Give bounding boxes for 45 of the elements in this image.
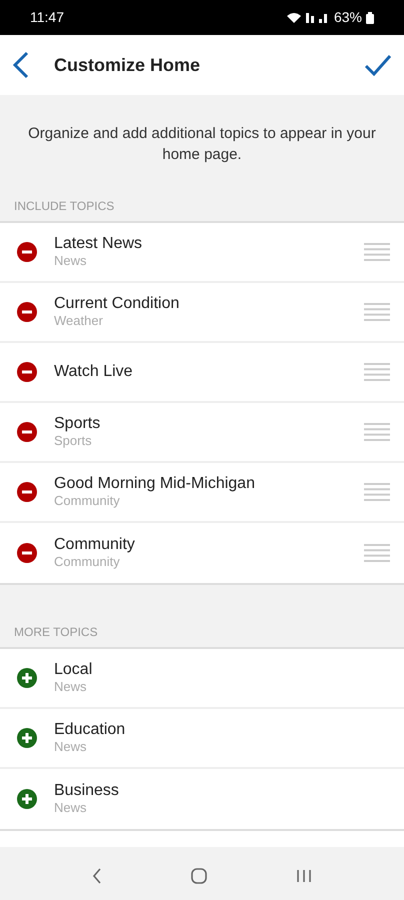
topic-name: Business <box>54 780 120 800</box>
signal-icon <box>286 10 330 24</box>
topic-category: News <box>54 739 88 756</box>
remove-icon[interactable] <box>16 301 38 323</box>
drag-handle-icon[interactable] <box>364 243 390 261</box>
checkmark-icon[interactable] <box>364 54 392 76</box>
home-nav-icon[interactable] <box>190 868 207 884</box>
add-icon[interactable] <box>16 667 38 689</box>
section-heading: INCLUDE TOPICS <box>13 198 116 215</box>
remove-icon[interactable] <box>16 542 38 564</box>
remove-icon[interactable] <box>16 361 38 383</box>
topic-name: Latest News <box>54 234 144 254</box>
recents-nav-icon[interactable] <box>296 869 312 883</box>
remove-icon[interactable] <box>16 481 38 503</box>
description-text: Organize and add additional topics to appear in your home page. <box>27 124 377 165</box>
add-icon[interactable] <box>16 788 38 810</box>
add-icon[interactable] <box>16 727 38 749</box>
drag-handle-icon[interactable] <box>364 423 390 441</box>
topic-category: Weather <box>54 313 104 330</box>
drag-handle-icon[interactable] <box>364 303 390 321</box>
section-heading: MORE TOPICS <box>13 624 99 641</box>
topic-category: News <box>54 253 88 270</box>
topic-name: Education <box>54 720 126 740</box>
remove-icon[interactable] <box>16 421 38 443</box>
topic-name: Good Morning Mid-Michigan <box>54 474 256 494</box>
drag-handle-icon[interactable] <box>364 544 390 562</box>
topic-name: Local <box>54 660 94 680</box>
status-time: 11:47 <box>30 8 64 27</box>
screen-title: Customize Home <box>54 54 202 76</box>
back-icon[interactable] <box>12 51 30 79</box>
topic-category: Sports <box>54 433 93 450</box>
topic-category: News <box>54 679 88 696</box>
topic-name: Current Condition <box>54 294 180 314</box>
topic-category: Community <box>54 554 121 572</box>
remove-icon[interactable] <box>16 241 38 263</box>
battery-percent: 63% <box>334 8 362 27</box>
topic-category: Community <box>54 493 121 510</box>
topic-name: Community <box>54 534 136 554</box>
topic-name: Watch Live <box>54 362 134 382</box>
drag-handle-icon[interactable] <box>364 483 390 501</box>
topic-name: Sports <box>54 414 102 434</box>
drag-handle-icon[interactable] <box>364 363 390 381</box>
topic-category: News <box>54 800 88 818</box>
back-nav-icon[interactable] <box>92 868 102 884</box>
battery-icon <box>366 12 374 24</box>
